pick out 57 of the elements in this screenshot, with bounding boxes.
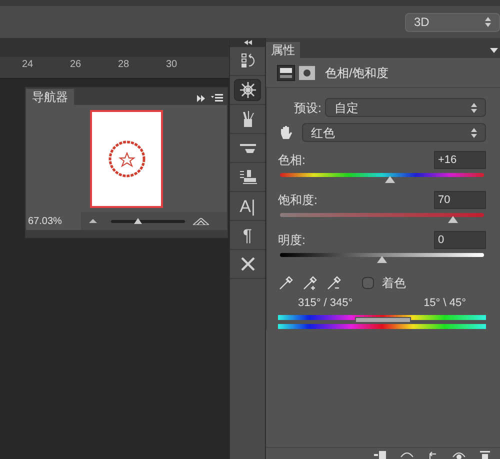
colorize-label: 着色 [382, 275, 406, 292]
channel-dropdown[interactable]: 红色 [302, 123, 486, 142]
zoom-slider-thumb[interactable] [134, 218, 142, 224]
ruler-label: 26 [70, 58, 82, 72]
slider-thumb[interactable] [377, 256, 387, 263]
workspace-dropdown[interactable]: 3D [405, 12, 500, 32]
panel-button[interactable]: A| [234, 195, 261, 217]
preset-dropdown[interactable]: 自定 [325, 98, 486, 117]
slider-thumb[interactable] [448, 216, 458, 223]
panel-button[interactable]: ¶ [234, 224, 261, 246]
gear-icon [238, 81, 256, 99]
mask-icon[interactable] [299, 66, 315, 80]
range-selector[interactable] [354, 316, 412, 322]
collapse-icon[interactable] [244, 40, 252, 45]
slider-label: 色相: [278, 152, 306, 169]
visibility-icon[interactable] [452, 451, 466, 459]
slider-label: 饱和度: [278, 192, 318, 209]
clip-layer-icon[interactable] [374, 451, 386, 459]
slider[interactable] [280, 253, 484, 264]
stepper-icon [485, 17, 491, 27]
value-field[interactable]: 0 [434, 231, 486, 249]
slider[interactable] [280, 213, 484, 224]
eyedropper-plus-icon[interactable] [302, 275, 318, 291]
range-reading: 315° / 345° [298, 296, 353, 311]
slider-label: 明度: [278, 232, 306, 249]
trash-icon[interactable] [480, 451, 490, 459]
history-icon [240, 52, 256, 70]
menu-icon[interactable] [211, 94, 223, 102]
stepper-icon [471, 102, 477, 112]
value-field[interactable]: +16 [434, 151, 486, 169]
value-field[interactable]: 70 [434, 191, 486, 209]
panel-icon: A| [240, 198, 256, 214]
ruler-label: 28 [118, 58, 130, 72]
slider[interactable] [280, 173, 484, 184]
expand-icon[interactable] [197, 94, 205, 102]
stamp-icon [238, 169, 256, 185]
stepper-icon [471, 128, 477, 138]
range-reading: 15° \ 45° [424, 296, 466, 311]
preset-label: 预设: [294, 100, 322, 116]
colorize-checkbox[interactable] [362, 277, 374, 289]
stamp-seal-icon [106, 138, 146, 178]
eyedropper-minus-icon[interactable] [326, 275, 342, 291]
panel-tab[interactable]: 导航器 [26, 89, 74, 105]
zoom-in-icon[interactable] [193, 218, 209, 224]
zoom-percentage: 67.03% [26, 212, 81, 230]
zoom-out-icon[interactable] [89, 219, 97, 223]
ruler-label: 24 [22, 58, 34, 72]
adjustment-icon[interactable] [277, 64, 295, 80]
panel-tab[interactable]: 属性 [266, 42, 300, 58]
ruler-label: 30 [166, 58, 178, 72]
eyedropper-icon[interactable] [278, 275, 294, 291]
panel-icon: ¶ [242, 226, 252, 244]
adjustment-title: 色相/饱和度 [325, 64, 388, 82]
panel-button[interactable] [234, 79, 261, 101]
reset-icon[interactable] [428, 451, 438, 459]
slider-thumb[interactable] [385, 176, 396, 183]
menu-icon[interactable] [490, 48, 498, 53]
